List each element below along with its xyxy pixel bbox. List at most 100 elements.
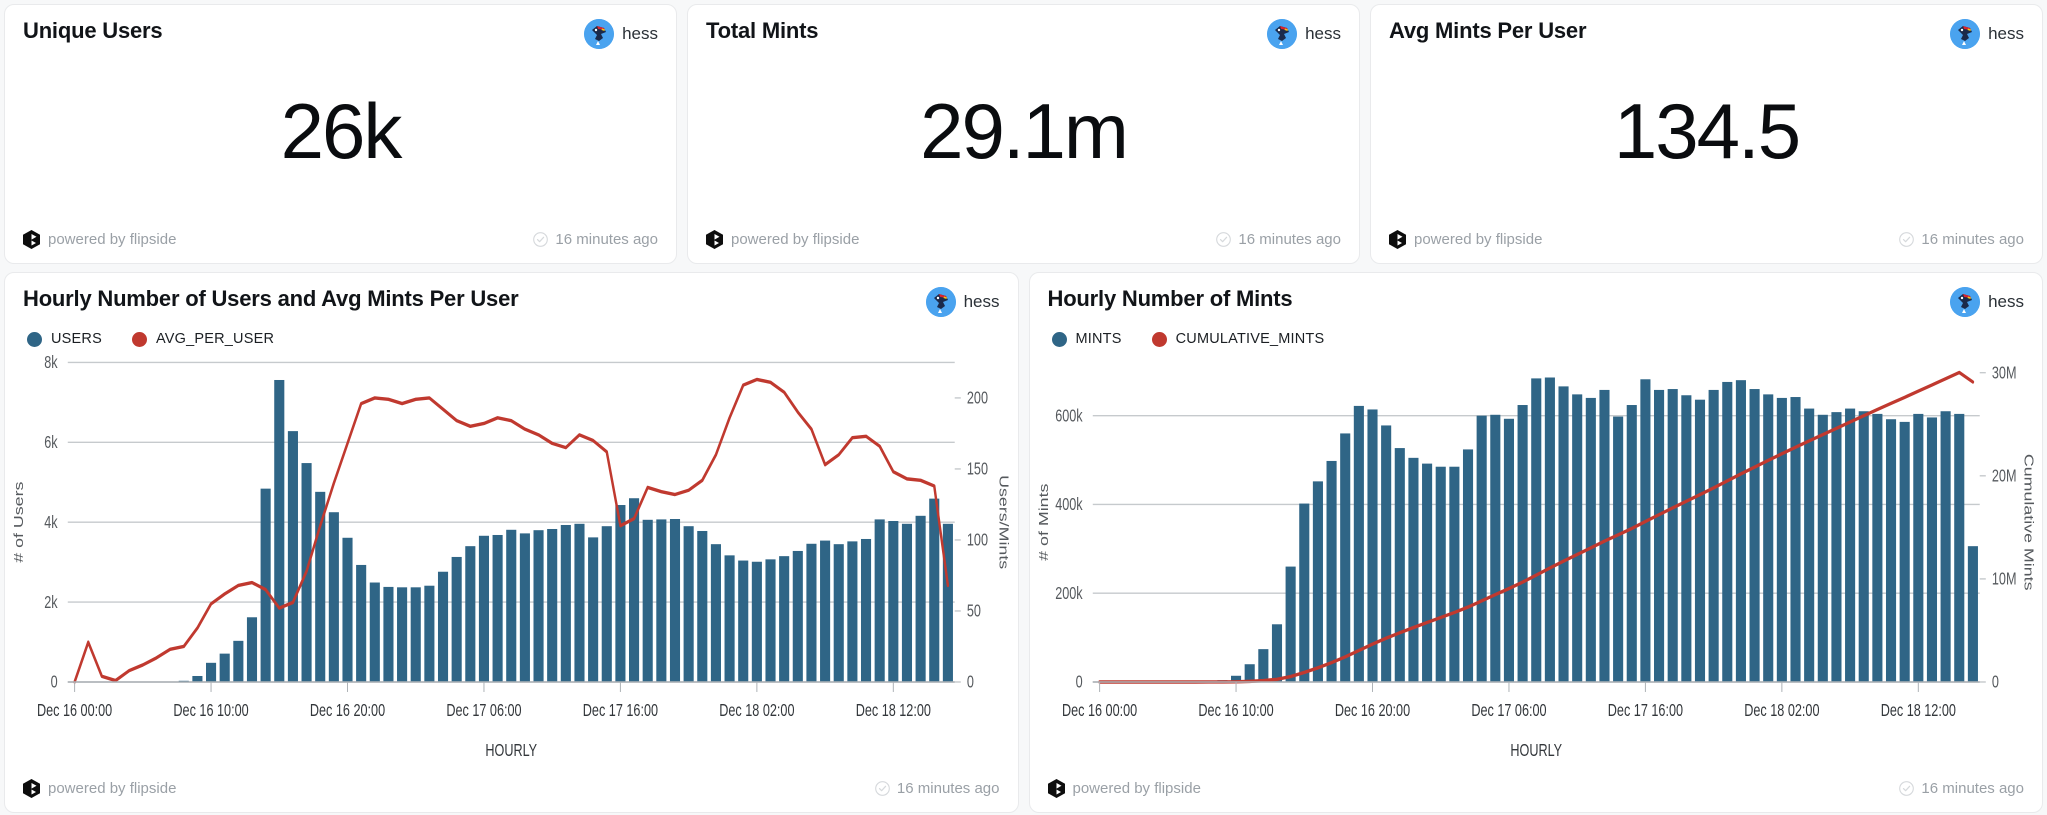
chart-bar[interactable] [260, 488, 271, 682]
chart-bar[interactable] [1830, 412, 1841, 682]
brand-attribution[interactable]: powered by flipside [706, 230, 859, 249]
chart-bar[interactable] [860, 538, 872, 682]
chart-bar[interactable] [1626, 405, 1637, 682]
kpi-card-avg-mints-per-user[interactable]: Avg Mints Per User hess 134.5 powered by… [1370, 4, 2043, 264]
legend-item-mints[interactable]: MINTS [1051, 331, 1122, 347]
chart-bar[interactable] [588, 537, 599, 682]
card-owner[interactable]: hess [1950, 286, 2024, 317]
chart-bar[interactable] [1858, 411, 1869, 682]
chart-bar[interactable] [1435, 466, 1446, 682]
chart-bar[interactable] [601, 526, 612, 682]
chart-bar[interactable] [1394, 448, 1405, 682]
chart-bar[interactable] [492, 534, 503, 682]
chart-bar[interactable] [1244, 664, 1255, 682]
chart-bar[interactable] [1421, 463, 1432, 682]
chart-bar[interactable] [274, 379, 285, 682]
chart-bar[interactable] [1339, 433, 1350, 682]
kpi-card-unique-users[interactable]: Unique Users hess 26k powered by flipsid… [4, 4, 677, 264]
chart-bar[interactable] [383, 586, 394, 682]
chart-bar[interactable] [765, 559, 776, 682]
chart-bar[interactable] [1598, 389, 1610, 682]
chart-bar[interactable] [437, 571, 449, 682]
chart-bar[interactable] [1476, 415, 1487, 682]
chart-bar[interactable] [192, 675, 203, 682]
chart-bar[interactable] [1885, 419, 1896, 682]
chart-bar[interactable] [1912, 413, 1923, 682]
chart-bar[interactable] [410, 587, 421, 682]
chart-bar[interactable] [1407, 457, 1418, 682]
chart-bar[interactable] [1271, 624, 1282, 682]
chart-bar[interactable] [1653, 389, 1664, 682]
legend-item-avg-per-user[interactable]: AVG_PER_USER [131, 331, 274, 347]
chart-bar[interactable] [833, 544, 844, 682]
chart-bar[interactable] [1844, 408, 1855, 682]
brand-attribution[interactable]: powered by flipside [23, 779, 176, 798]
chart-bar[interactable] [942, 523, 953, 682]
chart-bar[interactable] [506, 529, 517, 682]
chart-bar[interactable] [1285, 566, 1296, 682]
chart-bar[interactable] [246, 617, 258, 682]
chart-bar[interactable] [1571, 394, 1582, 682]
chart-bar[interactable] [1708, 389, 1719, 682]
chart-plot-area[interactable]: 0 2k 4k 6k 8k 0 50 100 150 200 Dec 16 00:00 Dec 16 … [5, 347, 1018, 779]
chart-bar[interactable] [1489, 414, 1500, 682]
chart-bar[interactable] [779, 556, 790, 682]
chart-bar[interactable] [219, 653, 230, 682]
card-owner[interactable]: hess [925, 286, 1000, 317]
chart-bar[interactable] [315, 491, 326, 682]
chart-bar[interactable] [669, 519, 681, 682]
chart-bar[interactable] [615, 505, 626, 682]
chart-card-hourly-mints[interactable]: Hourly Number of Mints hess MINTS CUMULA… [1028, 272, 2043, 813]
chart-bar[interactable] [1585, 397, 1596, 682]
chart-bar[interactable] [1967, 546, 1978, 682]
chart-plot-area[interactable]: 0 200k 400k 600k 0 10M 20M 30M Dec 16 00:00 Dec 1… [1030, 347, 2043, 779]
chart-bar[interactable] [874, 519, 885, 682]
chart-bar[interactable] [915, 515, 926, 682]
chart-bar[interactable] [656, 519, 667, 682]
card-owner[interactable]: hess [1950, 18, 2024, 49]
chart-bar[interactable] [710, 544, 721, 682]
chart-bar[interactable] [1899, 421, 1910, 682]
kpi-card-total-mints[interactable]: Total Mints hess 29.1m powered by flipsi… [687, 4, 1360, 264]
chart-bar[interactable] [465, 546, 476, 682]
chart-bar[interactable] [1735, 380, 1746, 682]
chart-bar[interactable] [1353, 405, 1364, 682]
chart-bar[interactable] [1380, 425, 1391, 682]
chart-bar[interactable] [751, 561, 762, 682]
chart-card-hourly-users[interactable]: Hourly Number of Users and Avg Mints Per… [4, 272, 1019, 813]
legend-item-cumulative-mints[interactable]: CUMULATIVE_MINTS [1151, 331, 1325, 347]
chart-bar[interactable] [1557, 386, 1569, 682]
chart-bar[interactable] [1871, 413, 1882, 682]
chart-bar[interactable] [206, 662, 217, 682]
chart-bar[interactable] [1448, 466, 1459, 682]
chart-bar[interactable] [1926, 417, 1937, 682]
chart-bar[interactable] [356, 564, 367, 682]
chart-bar[interactable] [1462, 449, 1473, 682]
chart-bar[interactable] [1803, 408, 1814, 682]
chart-bar[interactable] [792, 550, 803, 682]
chart-bar[interactable] [233, 640, 244, 682]
chart-bar[interactable] [929, 498, 940, 682]
chart-bar[interactable] [629, 498, 640, 682]
chart-bar[interactable] [1749, 389, 1760, 682]
chart-bar[interactable] [1817, 414, 1828, 682]
chart-bar[interactable] [683, 526, 694, 682]
brand-attribution[interactable]: powered by flipside [23, 230, 176, 249]
chart-bar[interactable] [1694, 399, 1705, 682]
chart-bar[interactable] [642, 519, 653, 682]
chart-bar[interactable] [1680, 395, 1691, 682]
chart-bar[interactable] [1326, 460, 1337, 682]
chart-bar[interactable] [478, 535, 490, 682]
chart-bar[interactable] [1721, 381, 1732, 682]
chart-bar[interactable] [806, 543, 817, 682]
chart-bar[interactable] [533, 530, 544, 682]
legend-item-users[interactable]: USERS [27, 331, 102, 347]
chart-bar[interactable] [1530, 378, 1541, 682]
chart-bar[interactable] [451, 556, 462, 682]
chart-bar[interactable] [574, 523, 585, 682]
chart-bar[interactable] [342, 537, 353, 682]
chart-bar[interactable] [697, 530, 708, 682]
chart-bar[interactable] [287, 431, 298, 682]
chart-bar[interactable] [724, 555, 735, 682]
chart-bar[interactable] [397, 587, 408, 682]
